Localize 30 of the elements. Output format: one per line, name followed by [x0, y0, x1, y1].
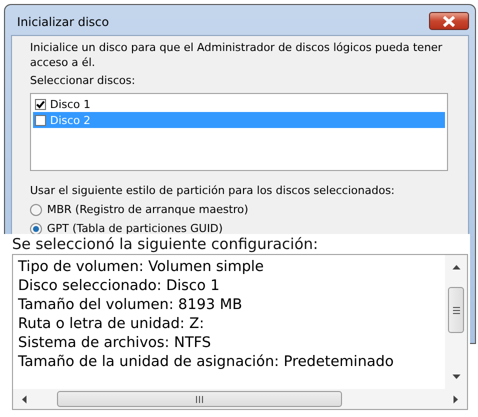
- scroll-up-icon: [452, 264, 460, 270]
- disk-item[interactable]: Disco 1: [33, 96, 445, 112]
- scroll-left-icon: [21, 394, 27, 404]
- scroll-right-icon: [453, 394, 459, 404]
- disks-label: Seleccionar discos:: [30, 73, 136, 88]
- checkbox[interactable]: [35, 114, 46, 126]
- radio-label: GPT (Tabla de particiones GUID): [47, 222, 223, 235]
- summary-line: Tamaño de la unidad de asignación: Predeteminado: [18, 353, 394, 372]
- summary-textbox[interactable]: Tipo de volumen: Volumen simple Disco seleccionado: Disco 1 Tamaño del volumen: 8193 MB Ruta o letra de unidad: Z: Sistema de archivos: NTFS Tamaño de la unidad de asignación: Predeteminado: [12, 254, 468, 410]
- vertical-scrollbar[interactable]: [445, 255, 467, 390]
- intro-text: Inicialice un disco para que el Administrador de discos lógicos pueda tener acceso a él.: [30, 40, 444, 70]
- radio-label: MBR (Registro de arranque maestro): [47, 203, 248, 216]
- summary-heading: Se seleccionó la siguiente configuración:: [12, 234, 320, 254]
- disk-list[interactable]: Disco 1 Disco 2: [30, 93, 448, 171]
- summary-line: Sistema de archivos: NTFS: [18, 334, 211, 353]
- scroll-thumb[interactable]: [57, 391, 342, 407]
- close-button[interactable]: [429, 12, 469, 30]
- horizontal-scrollbar[interactable]: [13, 389, 467, 409]
- checkbox[interactable]: [35, 98, 46, 110]
- radio-button[interactable]: [30, 222, 42, 234]
- summary-line: Tamaño del volumen: 8193 MB: [18, 296, 242, 315]
- summary-line: Disco seleccionado: Disco 1: [18, 277, 220, 296]
- close-icon: [442, 16, 456, 26]
- summary-line: Tipo de volumen: Volumen simple: [18, 258, 264, 277]
- radio-button[interactable]: [30, 204, 42, 216]
- summary-line: Ruta o letra de unidad: Z:: [18, 315, 204, 334]
- scroll-thumb[interactable]: [448, 287, 464, 333]
- window-title: Inicializar disco: [16, 14, 109, 29]
- partition-label: Usar el siguiente estilo de partición para los discos seleccionados:: [30, 183, 396, 198]
- scroll-down-icon: [452, 374, 460, 380]
